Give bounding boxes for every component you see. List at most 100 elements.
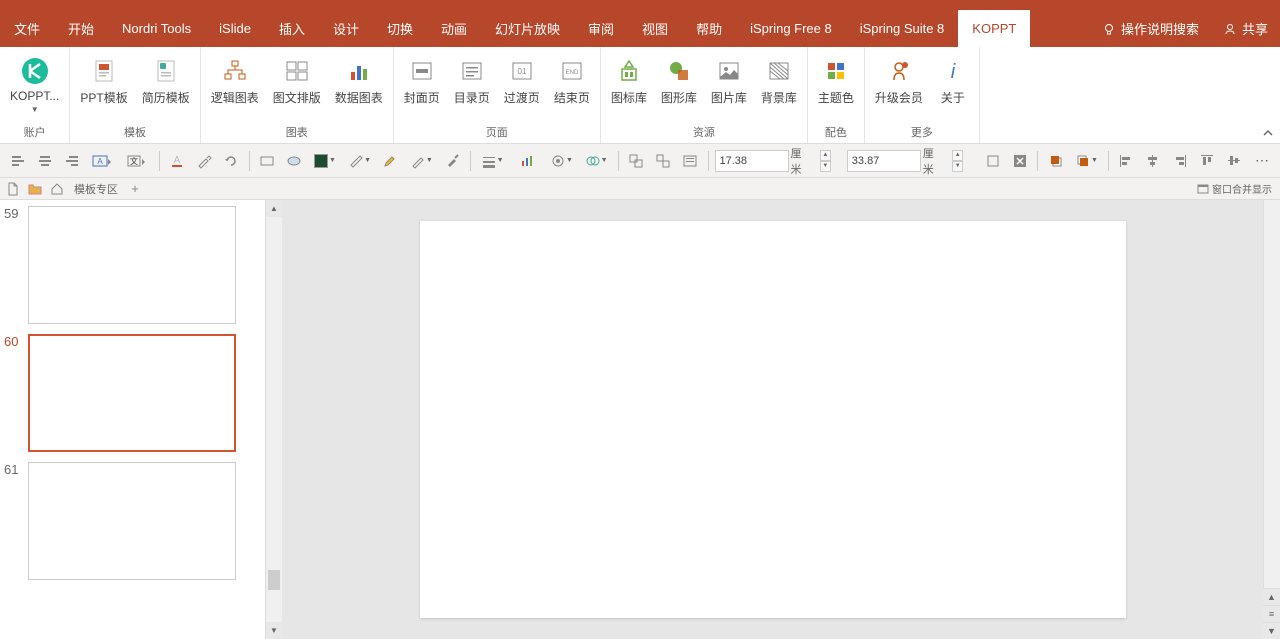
qat-rotate[interactable] [220, 149, 243, 173]
shape-lib-button[interactable]: 图形库 [655, 53, 703, 108]
qat-align-left[interactable] [6, 149, 29, 173]
transition-page-button[interactable]: 01 过渡页 [498, 53, 546, 108]
height-input[interactable] [847, 150, 921, 172]
slide-panel-scrollbar[interactable]: ▲ ▼ [265, 200, 282, 639]
width-spinner[interactable]: ▲▼ [820, 150, 832, 172]
nav-menu-button[interactable]: ≡ [1263, 605, 1280, 622]
menu-insert[interactable]: 插入 [265, 10, 319, 47]
add-tab-button[interactable]: + [126, 180, 144, 198]
qat-crop[interactable] [981, 149, 1004, 173]
menu-review[interactable]: 审阅 [574, 10, 628, 47]
qat-ungroup[interactable] [651, 149, 674, 173]
ppt-template-button[interactable]: PPT模板 [74, 53, 133, 108]
qat-align-objects-center[interactable] [1142, 149, 1165, 173]
menu-transition[interactable]: 切换 [373, 10, 427, 47]
qat-text-style[interactable]: 文 [122, 149, 153, 173]
qat-merge-shapes[interactable]: ▼ [581, 149, 612, 173]
menu-slideshow[interactable]: 幻灯片放映 [481, 10, 574, 47]
image-lib-button[interactable]: 图片库 [705, 53, 753, 108]
slide-thumbnail[interactable] [28, 206, 236, 324]
scrollbar-thumb[interactable] [1264, 200, 1280, 230]
share-label: 共享 [1242, 19, 1268, 38]
slide-item-60[interactable]: 60 [0, 332, 265, 460]
data-chart-button[interactable]: 数据图表 [329, 53, 389, 108]
qat-smartart[interactable]: ▼ [546, 149, 577, 173]
qat-align-objects-left[interactable] [1115, 149, 1138, 173]
end-page-button[interactable]: END 结束页 [548, 53, 596, 108]
qat-font-color[interactable]: A [165, 149, 188, 173]
new-file-icon[interactable] [4, 180, 22, 198]
scroll-down-icon[interactable]: ▼ [266, 622, 282, 639]
tab-strip: 模板专区 + 窗口合并显示 [0, 178, 1280, 200]
cover-page-button[interactable]: 封面页 [398, 53, 446, 108]
qat-align-objects-top[interactable] [1196, 149, 1219, 173]
window-merge-hint[interactable]: 窗口合并显示 [1197, 181, 1272, 196]
width-input[interactable] [715, 150, 789, 172]
layout-chart-button[interactable]: 图文排版 [267, 53, 327, 108]
resume-template-button[interactable]: 简历模板 [136, 53, 196, 108]
qat-fill-color[interactable]: ▼ [310, 149, 341, 173]
qat-align-objects-right[interactable] [1169, 149, 1192, 173]
slide-item-61[interactable]: 61 [0, 460, 265, 588]
qat-group[interactable] [624, 149, 647, 173]
menu-koppt[interactable]: KOPPT [958, 10, 1030, 47]
qat-pen[interactable]: ▼ [406, 149, 437, 173]
qat-chart-btn[interactable] [511, 149, 542, 173]
slide-list[interactable]: 59 60 61 [0, 200, 265, 639]
koppt-account-button[interactable]: KOPPT... ▼ [4, 53, 65, 116]
prev-slide-button[interactable]: ▲ [1263, 588, 1280, 605]
menu-ispring-suite[interactable]: iSpring Suite 8 [846, 10, 959, 47]
upgrade-button[interactable]: 升级会员 [869, 53, 929, 108]
canvas-scrollbar[interactable]: ▲ ≡ ▼ [1263, 200, 1280, 639]
qat-more[interactable]: ⋯ [1250, 149, 1274, 173]
qat-line-weight[interactable]: ▼ [477, 149, 508, 173]
qat-align-center[interactable] [33, 149, 56, 173]
slide-canvas[interactable] [420, 221, 1126, 618]
logic-chart-button[interactable]: 逻辑图表 [205, 53, 265, 108]
qat-selection-pane[interactable] [679, 149, 702, 173]
menu-islide[interactable]: iSlide [205, 10, 265, 47]
qat-align-right[interactable] [60, 149, 83, 173]
icon-lib-icon [613, 55, 645, 87]
qat-outline-color[interactable]: ▼ [344, 149, 375, 173]
person-icon [1223, 22, 1237, 36]
qat-text-box[interactable]: A [87, 149, 118, 173]
next-slide-button[interactable]: ▼ [1263, 622, 1280, 639]
collapse-ribbon-button[interactable] [1262, 127, 1274, 139]
qat-send-backward[interactable]: ▼ [1071, 149, 1102, 173]
menu-file[interactable]: 文件 [0, 10, 54, 47]
qat-align-objects-middle[interactable] [1223, 149, 1246, 173]
scroll-up-icon[interactable]: ▲ [266, 200, 282, 217]
canvas-area[interactable] [282, 200, 1263, 639]
template-zone-tab[interactable]: 模板专区 [70, 181, 122, 197]
qat-eyedropper[interactable] [192, 149, 215, 173]
theme-color-button[interactable]: 主题色 [812, 53, 860, 108]
tell-me-search[interactable]: 操作说明搜索 [1090, 10, 1211, 47]
icon-lib-button[interactable]: 图标库 [605, 53, 653, 108]
qat-oval-shape[interactable] [283, 149, 306, 173]
slide-thumbnail-selected[interactable] [28, 334, 236, 452]
qat-bring-forward[interactable] [1044, 149, 1067, 173]
scrollbar-thumb[interactable] [268, 570, 280, 590]
qat-brush[interactable] [441, 149, 464, 173]
menu-nordri[interactable]: Nordri Tools [108, 10, 205, 47]
about-button[interactable]: i 关于 [931, 53, 975, 108]
qat-rect-shape[interactable] [256, 149, 279, 173]
menu-help[interactable]: 帮助 [682, 10, 736, 47]
home-icon[interactable] [48, 180, 66, 198]
toc-page-button[interactable]: 目录页 [448, 53, 496, 108]
about-icon: i [937, 55, 969, 87]
slide-thumbnail[interactable] [28, 462, 236, 580]
qat-highlighter[interactable] [379, 149, 402, 173]
height-spinner[interactable]: ▲▼ [952, 150, 964, 172]
menu-ispring-free[interactable]: iSpring Free 8 [736, 10, 846, 47]
menu-home[interactable]: 开始 [54, 10, 108, 47]
bg-lib-button[interactable]: 背景库 [755, 53, 803, 108]
qat-reset[interactable] [1008, 149, 1031, 173]
menu-animation[interactable]: 动画 [427, 10, 481, 47]
menu-design[interactable]: 设计 [319, 10, 373, 47]
open-folder-icon[interactable] [26, 180, 44, 198]
share-button[interactable]: 共享 [1211, 10, 1280, 47]
slide-item-59[interactable]: 59 [0, 204, 265, 332]
menu-view[interactable]: 视图 [628, 10, 682, 47]
